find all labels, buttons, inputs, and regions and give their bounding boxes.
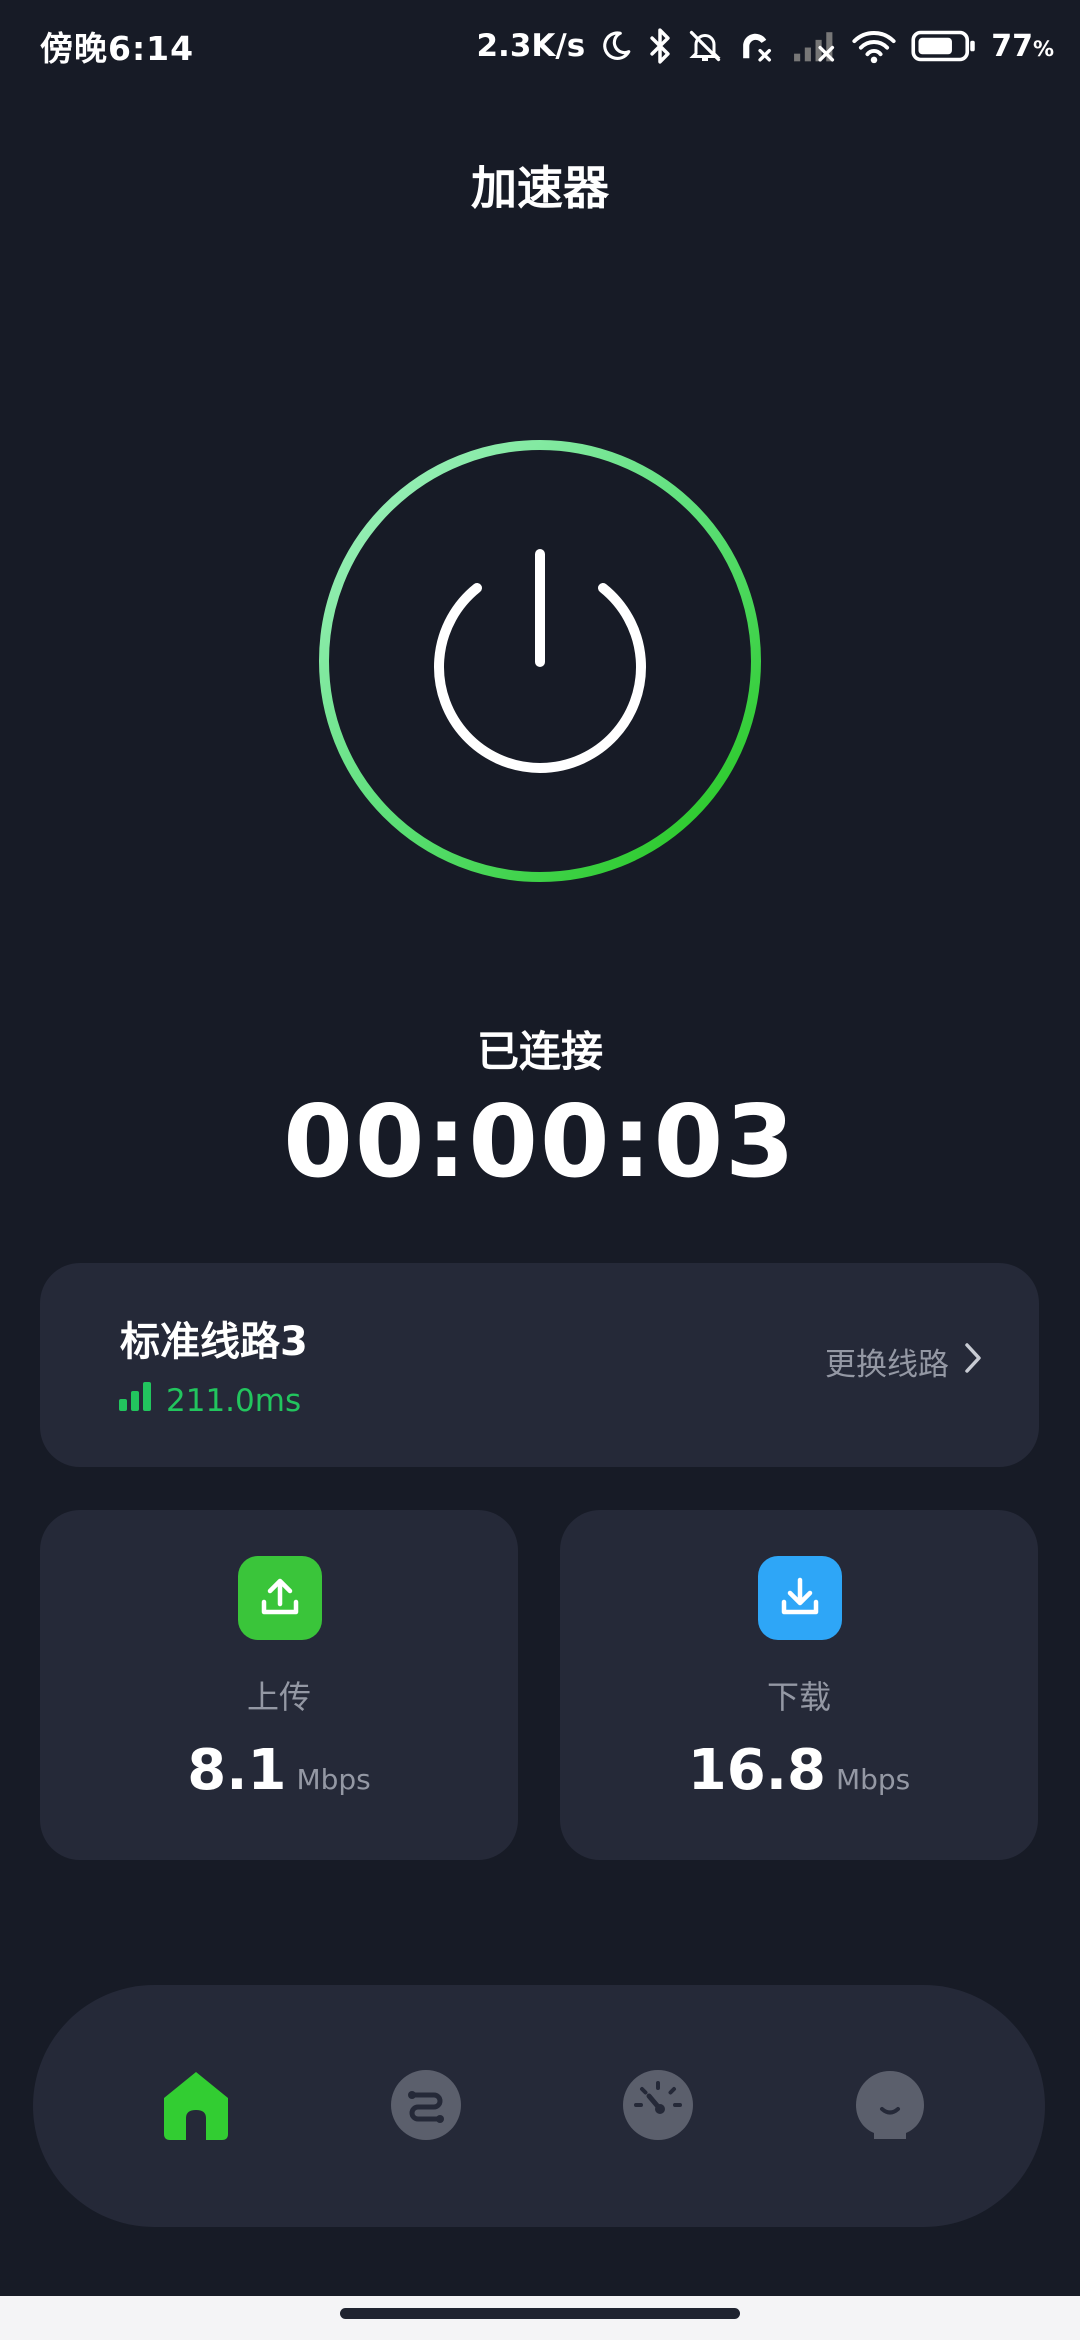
status-bar: 傍晚6:14 2.3K/s 77% <box>0 0 1080 92</box>
battery-percent: 77% <box>991 28 1054 64</box>
download-value: 16.8 <box>687 1738 826 1803</box>
home-icon <box>164 2072 228 2140</box>
signal-bars-icon <box>118 1381 154 1419</box>
latency-value: 211.0ms <box>166 1383 302 1419</box>
download-card: 下载 16.8 Mbps <box>560 1510 1038 1860</box>
nav-profile[interactable] <box>847 2062 933 2148</box>
phone-missed-icon <box>737 27 777 65</box>
profile-icon <box>856 2071 924 2139</box>
route-card[interactable]: 标准线路3 211.0ms 更换线路 <box>40 1263 1039 1467</box>
network-speed: 2.3K/s <box>476 28 586 64</box>
upload-speed: 8.1 Mbps <box>40 1738 518 1803</box>
bluetooth-icon <box>647 27 673 65</box>
download-label: 下载 <box>766 1678 831 1716</box>
chevron-right-icon <box>963 1341 983 1383</box>
route-name: 标准线路3 <box>120 1319 308 1365</box>
download-unit: Mbps <box>835 1763 911 1796</box>
bell-off-icon <box>687 27 723 65</box>
routes-icon <box>391 2070 461 2140</box>
nav-speedtest[interactable] <box>615 2062 701 2148</box>
connection-status: 已连接 <box>476 1027 603 1076</box>
change-route-button[interactable]: 更换线路 <box>825 1339 983 1384</box>
battery-icon <box>911 29 977 63</box>
signal-off-icon <box>791 29 837 63</box>
power-button[interactable] <box>311 432 769 890</box>
status-time: 傍晚6:14 <box>40 29 195 68</box>
speedometer-icon <box>623 2070 693 2140</box>
connection-timer: 00:00:03 <box>283 1083 797 1200</box>
wifi-icon <box>851 28 897 64</box>
nav-home[interactable] <box>153 2062 239 2148</box>
bottom-nav <box>33 1985 1045 2227</box>
status-icons: 2.3K/s 77% <box>476 20 1054 72</box>
download-icon <box>758 1556 842 1640</box>
battery-fill <box>918 37 953 55</box>
upload-label: 上传 <box>246 1678 311 1716</box>
upload-unit: Mbps <box>296 1763 371 1796</box>
home-indicator[interactable] <box>340 2308 740 2319</box>
upload-icon <box>238 1556 322 1640</box>
page-title: 加速器 <box>471 161 609 215</box>
accelerator-screen: 傍晚6:14 2.3K/s 77% 加速器 已连接 00:00:03 标准线路3… <box>0 0 1080 2340</box>
nav-routes[interactable] <box>383 2062 469 2148</box>
route-latency: 211.0ms <box>118 1381 301 1419</box>
power-icon <box>434 549 646 773</box>
upload-card: 上传 8.1 Mbps <box>40 1510 518 1860</box>
upload-value: 8.1 <box>187 1738 287 1803</box>
change-route-label: 更换线路 <box>825 1347 949 1383</box>
download-speed: 16.8 Mbps <box>560 1738 1038 1803</box>
moon-icon <box>599 29 633 63</box>
